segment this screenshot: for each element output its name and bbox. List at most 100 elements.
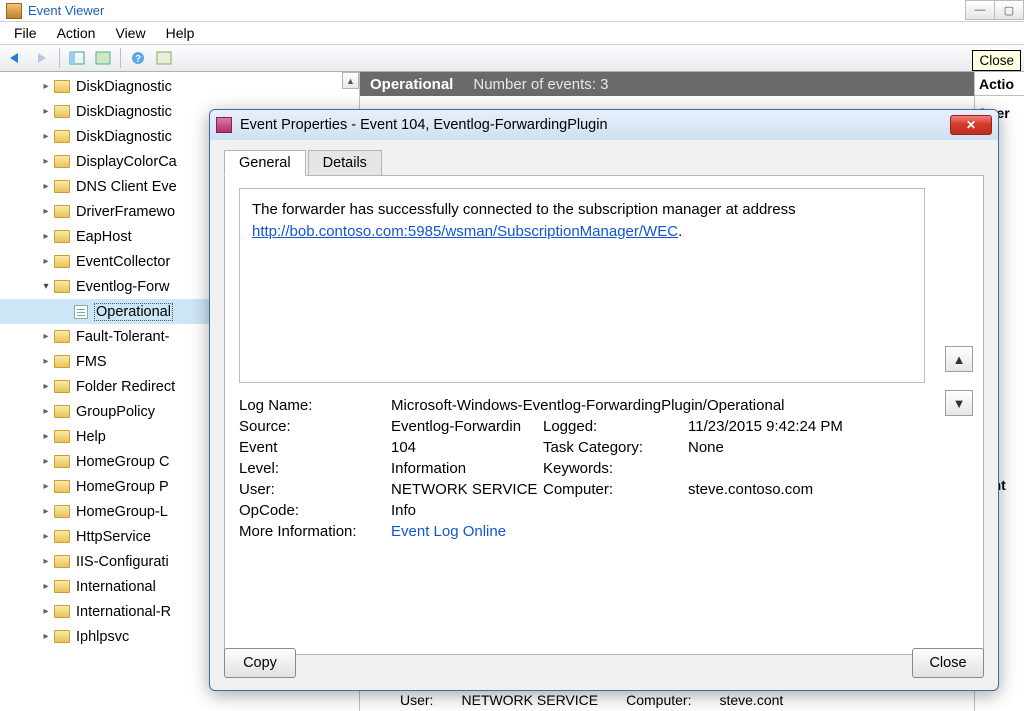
expand-collapse-icon[interactable] — [40, 581, 52, 592]
tree-item-label: EventCollector — [76, 254, 170, 270]
source-value: Eventlog-Forwardin — [391, 418, 543, 435]
expand-collapse-icon[interactable] — [40, 606, 52, 617]
help-button[interactable]: ? — [126, 47, 150, 69]
tree-item-label: Folder Redirect — [76, 379, 175, 395]
menu-help[interactable]: Help — [156, 23, 205, 43]
tree-item-label: EapHost — [76, 229, 132, 245]
tree-item-label: Operational — [94, 303, 173, 321]
expand-collapse-icon[interactable] — [40, 431, 52, 442]
menu-view[interactable]: View — [105, 23, 155, 43]
folder-icon — [54, 380, 70, 393]
previous-event-button[interactable]: ▲ — [945, 346, 973, 372]
task-category-value: None — [688, 439, 888, 456]
properties-grid: Log Name: Microsoft-Windows-Eventlog-For… — [239, 397, 925, 540]
tree-item-label: FMS — [76, 354, 107, 370]
folder-icon — [54, 80, 70, 93]
expand-collapse-icon[interactable] — [40, 406, 52, 417]
dialog-close-button[interactable]: ✕ — [950, 115, 992, 135]
expand-collapse-icon[interactable] — [40, 281, 52, 292]
menubar: File Action View Help — [0, 22, 1024, 44]
tree-scroll-up-button[interactable]: ▲ — [342, 72, 359, 89]
folder-icon — [54, 230, 70, 243]
expand-collapse-icon[interactable] — [40, 181, 52, 192]
folder-icon — [54, 130, 70, 143]
expand-collapse-icon[interactable] — [40, 456, 52, 467]
computer-label: Computer: — [543, 481, 688, 498]
dialog-icon — [216, 117, 232, 133]
expand-collapse-icon[interactable] — [40, 531, 52, 542]
task-category-label: Task Category: — [543, 439, 688, 456]
expand-collapse-icon[interactable] — [40, 106, 52, 117]
folder-icon — [54, 105, 70, 118]
opcode-label: OpCode: — [239, 502, 391, 519]
main-titlebar[interactable]: Event Viewer — ▢ — [0, 0, 1024, 22]
folder-icon — [54, 630, 70, 643]
folder-icon — [54, 530, 70, 543]
folder-icon — [54, 355, 70, 368]
more-info-link[interactable]: Event Log Online — [391, 523, 888, 540]
next-event-button[interactable]: ▼ — [945, 390, 973, 416]
more-info-label: More Information: — [239, 523, 391, 540]
event-description-link[interactable]: http://bob.contoso.com:5985/wsman/Subscr… — [252, 223, 678, 240]
expand-collapse-icon[interactable] — [40, 131, 52, 142]
tab-general[interactable]: General — [224, 150, 306, 176]
expand-collapse-icon[interactable] — [40, 256, 52, 267]
expand-collapse-icon[interactable] — [40, 381, 52, 392]
tree-item-label: Help — [76, 429, 106, 445]
svg-text:?: ? — [135, 54, 141, 65]
tab-row: General Details — [224, 148, 984, 176]
dialog-title: Event Properties - Event 104, Eventlog-F… — [240, 117, 608, 133]
folder-icon — [54, 605, 70, 618]
tree-item-label: GroupPolicy — [76, 404, 155, 420]
folder-icon — [54, 330, 70, 343]
folder-icon — [54, 180, 70, 193]
tree-item-label: HomeGroup-L — [76, 504, 168, 520]
menu-file[interactable]: File — [4, 23, 47, 43]
tree-item-label: DriverFramewo — [76, 204, 175, 220]
expand-collapse-icon[interactable] — [40, 356, 52, 367]
tree-item[interactable]: DiskDiagnostic — [0, 74, 359, 99]
tree-item-label: DisplayColorCa — [76, 154, 177, 170]
log-header-count: Number of events: 3 — [473, 76, 608, 93]
back-button[interactable] — [4, 47, 28, 69]
level-value: Information — [391, 460, 543, 477]
menu-action[interactable]: Action — [47, 23, 106, 43]
forward-button[interactable] — [30, 47, 54, 69]
expand-collapse-icon[interactable] — [40, 556, 52, 567]
expand-collapse-icon[interactable] — [40, 81, 52, 92]
tree-item-label: International — [76, 579, 156, 595]
event-description-box[interactable]: The forwarder has successfully connected… — [239, 188, 925, 383]
close-button[interactable]: Close — [912, 648, 984, 678]
maximize-button[interactable]: ▢ — [994, 0, 1024, 20]
expand-collapse-icon[interactable] — [40, 331, 52, 342]
user-value: NETWORK SERVICE — [391, 481, 543, 498]
tree-item-label: DiskDiagnostic — [76, 104, 172, 120]
tab-details[interactable]: Details — [308, 150, 382, 176]
show-hide-tree-button[interactable] — [65, 47, 89, 69]
properties-button[interactable] — [152, 47, 176, 69]
actions-pane-header: Actio — [974, 72, 1024, 96]
folder-icon — [54, 280, 70, 293]
tree-item-label: International-R — [76, 604, 171, 620]
event-properties-dialog: Event Properties - Event 104, Eventlog-F… — [209, 109, 999, 691]
tree-item-label: HomeGroup P — [76, 479, 169, 495]
expand-collapse-icon[interactable] — [40, 206, 52, 217]
expand-collapse-icon[interactable] — [40, 231, 52, 242]
minimize-button[interactable]: — — [965, 0, 995, 20]
expand-collapse-icon[interactable] — [40, 156, 52, 167]
tree-item-label: HttpService — [76, 529, 151, 545]
event-id-value: 104 — [391, 439, 543, 456]
opcode-value: Info — [391, 502, 543, 519]
logged-value: 11/23/2015 9:42:24 PM — [688, 418, 888, 435]
tree-item-label: HomeGroup C — [76, 454, 169, 470]
refresh-button[interactable] — [91, 47, 115, 69]
event-description-text: The forwarder has successfully connected… — [252, 201, 796, 218]
copy-button[interactable]: Copy — [224, 648, 296, 678]
expand-collapse-icon[interactable] — [40, 481, 52, 492]
tree-item-label: IIS-Configurati — [76, 554, 169, 570]
folder-icon — [54, 580, 70, 593]
expand-collapse-icon[interactable] — [40, 631, 52, 642]
dialog-titlebar[interactable]: Event Properties - Event 104, Eventlog-F… — [210, 110, 998, 140]
expand-collapse-icon[interactable] — [40, 506, 52, 517]
tree-item-label: Fault-Tolerant- — [76, 329, 169, 345]
